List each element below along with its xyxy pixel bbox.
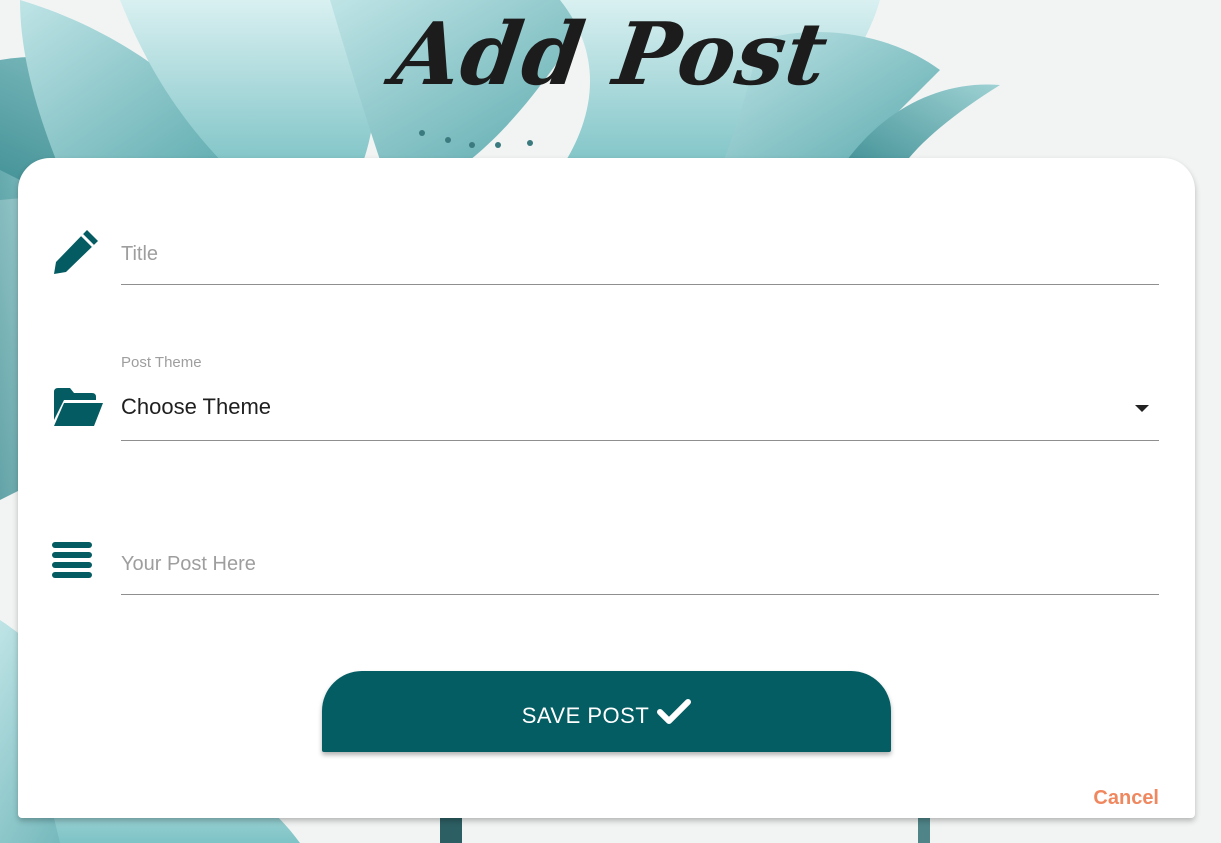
folder-open-icon (52, 386, 104, 426)
save-post-label: SAVE POST (521, 702, 650, 728)
post-body-placeholder: Your Post Here (121, 553, 256, 575)
caret-down-icon (1135, 405, 1149, 412)
theme-select-value: Choose Theme (121, 394, 272, 419)
cancel-link[interactable]: Cancel (1093, 787, 1159, 810)
theme-label: Post Theme (121, 354, 202, 371)
add-post-form: Title Post Theme Choose Theme Your Post … (18, 158, 1195, 818)
page-title: Add Post (387, 4, 835, 105)
post-body-input[interactable]: Your Post Here (121, 538, 1159, 595)
theme-select[interactable]: Choose Theme (121, 384, 1159, 441)
title-input[interactable]: Title (121, 228, 1159, 285)
checkmark-icon (657, 698, 692, 724)
save-post-button[interactable]: SAVE POST (322, 671, 891, 752)
pencil-icon (52, 228, 100, 274)
title-placeholder: Title (121, 243, 159, 265)
align-justify-icon (52, 540, 94, 582)
